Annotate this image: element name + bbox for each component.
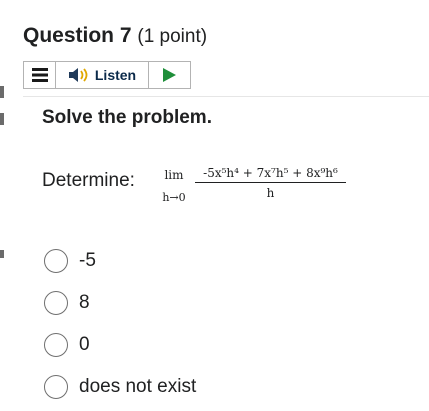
option-label: -5 (79, 250, 96, 271)
listen-button[interactable]: Listen (56, 62, 149, 88)
play-icon (163, 68, 176, 82)
radio-button[interactable] (44, 291, 68, 315)
left-edge-fragment (0, 250, 4, 258)
question-header: Question 7 (1 point) (23, 24, 207, 48)
question-instruction: Solve the problem. (42, 107, 212, 128)
section-divider (23, 96, 429, 97)
left-edge-fragment (0, 86, 4, 98)
radio-button[interactable] (44, 375, 68, 399)
left-edge-fragment (0, 113, 4, 125)
prompt-label: Determine: (42, 170, 135, 191)
listen-label: Listen (94, 67, 137, 83)
answer-option[interactable]: does not exist (44, 366, 196, 408)
answer-option[interactable]: 0 (44, 324, 196, 366)
limit-word: lim (164, 168, 184, 182)
speaker-icon (68, 68, 88, 82)
answer-option[interactable]: -5 (44, 240, 196, 282)
menu-icon (31, 68, 48, 82)
fraction-denominator: h (266, 186, 275, 200)
answer-option[interactable]: 8 (44, 282, 196, 324)
option-label: does not exist (79, 376, 197, 397)
answer-options: -5 8 0 does not exist (44, 240, 196, 408)
readspeaker-toolbar: Listen (23, 61, 191, 89)
play-button[interactable] (149, 62, 190, 88)
limit-expression: lim h→0 (158, 168, 190, 204)
fraction-numerator: -5x⁵h⁴ + 7x⁷h⁵ + 8x⁹h⁶ (203, 166, 338, 180)
question-title: Question 7 (23, 24, 132, 47)
fraction-bar (195, 182, 346, 183)
radio-button[interactable] (44, 333, 68, 357)
menu-button[interactable] (24, 62, 56, 88)
question-points: (1 point) (137, 26, 208, 47)
limit-fraction: -5x⁵h⁴ + 7x⁷h⁵ + 8x⁹h⁶ h (193, 166, 348, 200)
option-label: 0 (79, 334, 90, 355)
radio-button[interactable] (44, 249, 68, 273)
limit-approach: h→0 (162, 191, 186, 204)
option-label: 8 (79, 292, 90, 313)
